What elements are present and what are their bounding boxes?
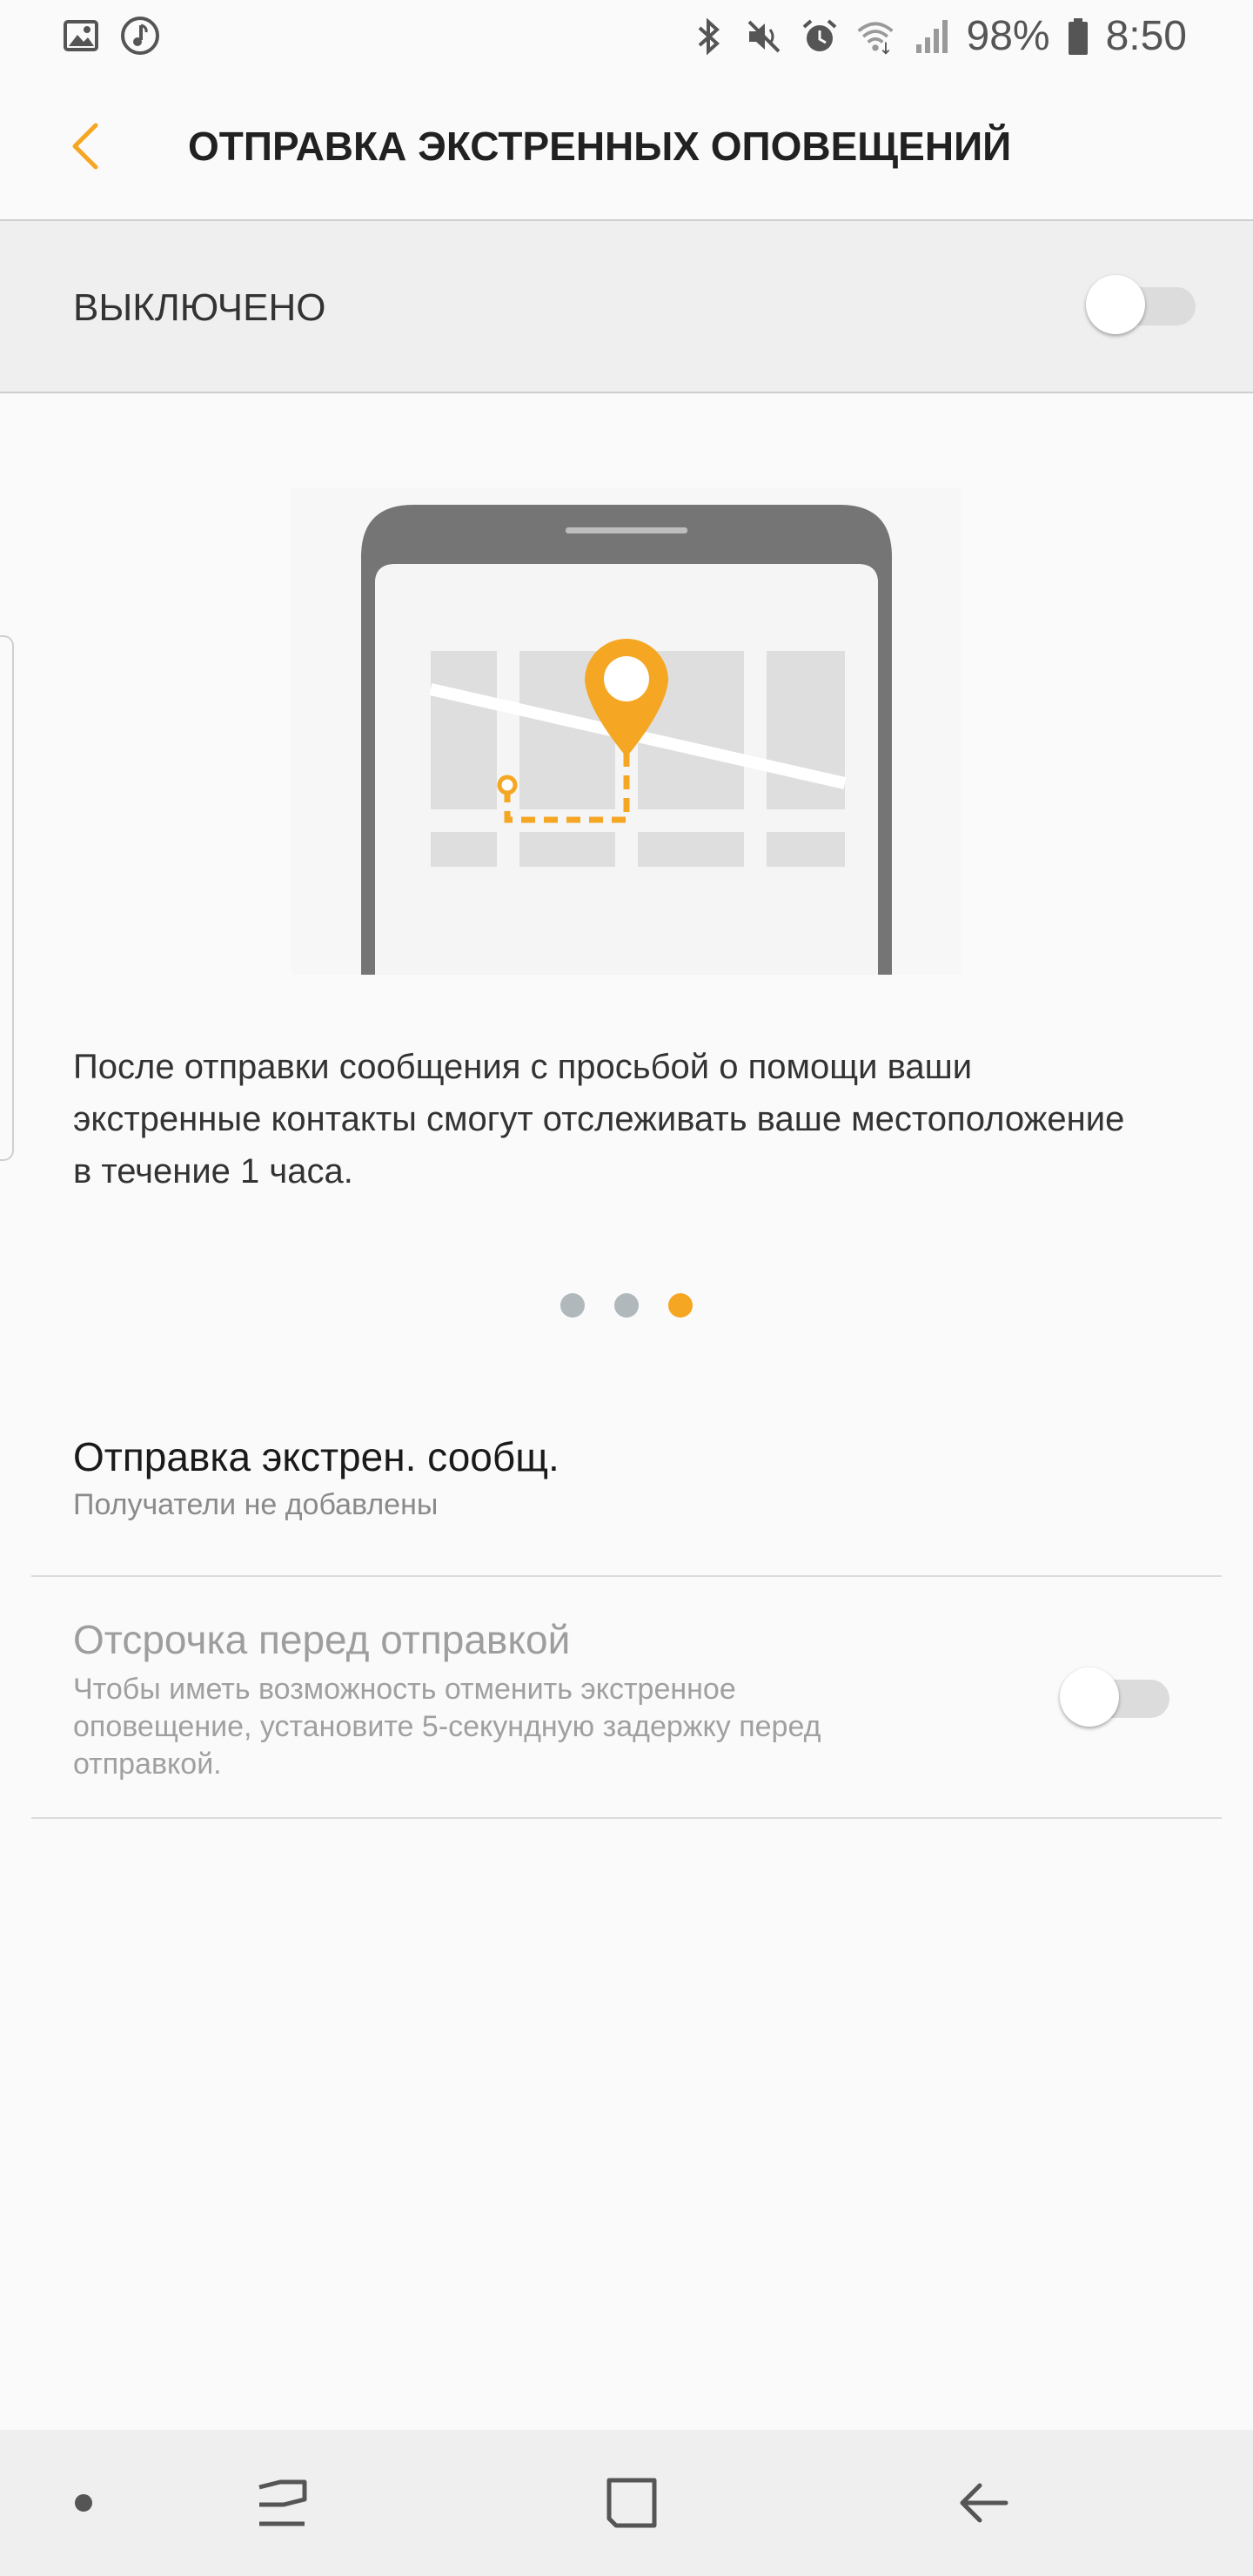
recents-button[interactable] <box>247 2468 317 2538</box>
status-bar: 98% 8:50 <box>0 0 1253 73</box>
delay-before-send-title: Отсрочка перед отправкой <box>73 1617 571 1662</box>
back-icon <box>960 2483 1008 2523</box>
signal-icon <box>911 17 951 57</box>
phone-map-pin-illustration <box>291 487 962 975</box>
app-header: ОТПРАВКА ЭКСТРЕННЫХ ОПОВЕЩЕНИЙ <box>0 73 1253 221</box>
edge-panel-handle[interactable] <box>0 635 14 1161</box>
master-switch-toggle[interactable] <box>1086 275 1197 334</box>
home-icon <box>606 2478 657 2528</box>
clock: 8:50 <box>1105 13 1187 59</box>
nav-dot-button[interactable] <box>49 2468 118 2538</box>
music-icon <box>120 16 160 56</box>
page-title: ОТПРАВКА ЭКСТРЕННЫХ ОПОВЕЩЕНИЙ <box>188 124 1012 169</box>
page-indicator <box>0 1293 1253 1318</box>
send-emergency-message-item[interactable]: Отправка экстрен. сообщ. Получатели не д… <box>31 1401 1222 1577</box>
toggle-thumb <box>1086 275 1145 334</box>
status-right: 98% 8:50 <box>688 12 1187 61</box>
status-left <box>61 16 160 56</box>
master-switch-bar[interactable]: ВЫКЛЮЧЕНО <box>0 221 1253 393</box>
back-nav-button[interactable] <box>948 2468 1018 2538</box>
recents-icon <box>258 2479 307 2526</box>
toggle-thumb <box>1060 1667 1119 1727</box>
battery-percentage: 98% <box>966 13 1050 59</box>
description-text: После отправки сообщения с просьбой о по… <box>73 1048 1125 1191</box>
send-emergency-message-subtitle: Получатели не добавлены <box>73 1488 439 1521</box>
chevron-left-icon <box>72 123 98 170</box>
master-switch-label: ВЫКЛЮЧЕНО <box>73 286 326 329</box>
battery-icon <box>1066 17 1090 57</box>
home-button[interactable] <box>597 2468 667 2538</box>
page-dot[interactable] <box>614 1293 639 1318</box>
alarm-icon <box>800 17 840 57</box>
page-dot[interactable] <box>560 1293 585 1318</box>
back-button[interactable] <box>54 115 117 178</box>
delay-before-send-subtitle: Чтобы иметь возможность отменить экстрен… <box>73 1673 821 1781</box>
wifi-icon <box>855 17 895 57</box>
bluetooth-icon <box>688 17 728 57</box>
send-emergency-message-title: Отправка экстрен. сообщ. <box>73 1434 559 1479</box>
mute-icon <box>744 17 784 57</box>
navigation-bar <box>0 2430 1253 2576</box>
page-dot-active[interactable] <box>668 1293 693 1318</box>
delay-before-send-item: Отсрочка перед отправкой Чтобы иметь воз… <box>31 1577 1222 1819</box>
gallery-icon <box>61 16 101 56</box>
dot-icon <box>75 2494 92 2512</box>
delay-toggle[interactable] <box>1060 1667 1171 1727</box>
